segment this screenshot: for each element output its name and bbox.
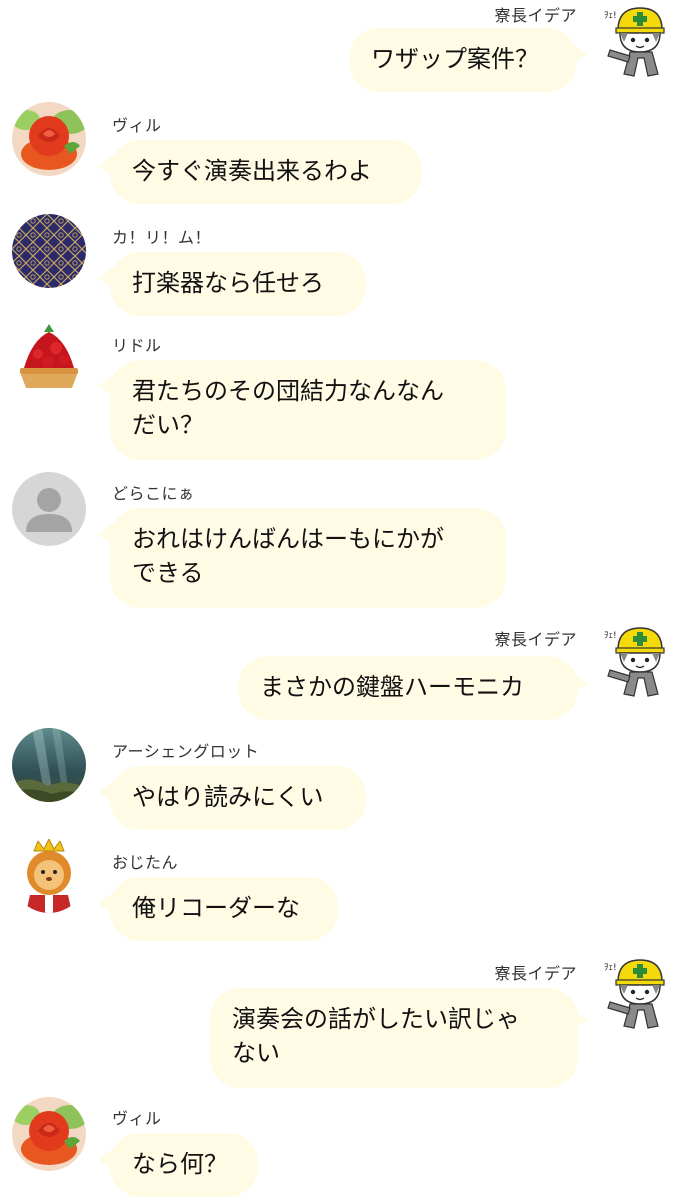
message-row: 寮長イデア ワザップ案件？ ｦｪ!	[0, 0, 689, 100]
pattern-icon[interactable]	[12, 214, 86, 288]
message-row: どらこにぁ おれはけんばんはーもにかが できる	[0, 470, 689, 620]
message-row: 寮長イデア まさかの鍵盤ハーモニカ ｦｪ!	[0, 620, 689, 720]
sender-name: おじたん	[112, 853, 179, 872]
message-row: カ！リ！ム！ 打楽器なら任せろ	[0, 210, 689, 320]
message-row: ヴィル なら何？	[0, 1095, 689, 1200]
sender-name: 寮長イデア	[494, 630, 577, 649]
tomato-rose-icon[interactable]	[12, 102, 86, 176]
svg-text:ｦｪ!: ｦｪ!	[604, 631, 617, 641]
sender-name: 寮長イデア	[494, 6, 577, 25]
message-row: 寮長イデア 演奏会の話がしたい訳じゃ ない ｦｪ!	[0, 950, 689, 1095]
tomato-rose-icon[interactable]	[12, 1097, 86, 1171]
message-row: リドル 君たちのその団結力なんなん だい？	[0, 320, 689, 470]
message-bubble[interactable]: 俺リコーダーな	[110, 877, 338, 941]
message-row: アーシェングロット やはり読みにくい	[0, 720, 689, 835]
message-bubble[interactable]: 今すぐ演奏出来るわよ	[110, 140, 422, 204]
sender-name: アーシェングロット	[112, 742, 260, 761]
message-bubble[interactable]: やはり読みにくい	[110, 766, 366, 830]
default-user-icon[interactable]	[12, 472, 86, 546]
message-bubble[interactable]: 演奏会の話がしたい訳じゃ ない	[210, 988, 578, 1088]
underwater-icon[interactable]	[12, 728, 86, 802]
message-bubble[interactable]: 打楽器なら任せろ	[110, 252, 366, 316]
message-bubble[interactable]: ワザップ案件？	[349, 28, 577, 92]
svg-text:ｦｪ!: ｦｪ!	[604, 11, 617, 21]
cat-helmet-icon[interactable]: ｦｪ!	[604, 0, 676, 80]
sender-name: リドル	[112, 336, 162, 355]
svg-text:ｦｪ!: ｦｪ!	[604, 963, 617, 973]
cat-helmet-icon[interactable]: ｦｪ!	[604, 952, 676, 1032]
sender-name: ヴィル	[112, 116, 162, 135]
message-bubble[interactable]: 君たちのその団結力なんなん だい？	[110, 360, 506, 460]
lion-king-icon[interactable]	[12, 839, 86, 913]
message-bubble[interactable]: なら何？	[110, 1133, 258, 1197]
message-bubble[interactable]: おれはけんばんはーもにかが できる	[110, 508, 506, 608]
sender-name: ヴィル	[112, 1109, 162, 1128]
message-row: ヴィル 今すぐ演奏出来るわよ	[0, 100, 689, 210]
message-row: おじたん 俺リコーダーな	[0, 835, 689, 950]
cat-helmet-icon[interactable]: ｦｪ!	[604, 620, 676, 700]
strawberry-tart-icon[interactable]	[12, 322, 86, 396]
sender-name: どらこにぁ	[112, 484, 195, 503]
message-bubble[interactable]: まさかの鍵盤ハーモニカ	[238, 656, 578, 720]
sender-name: カ！リ！ム！	[112, 228, 212, 247]
sender-name: 寮長イデア	[494, 964, 577, 983]
